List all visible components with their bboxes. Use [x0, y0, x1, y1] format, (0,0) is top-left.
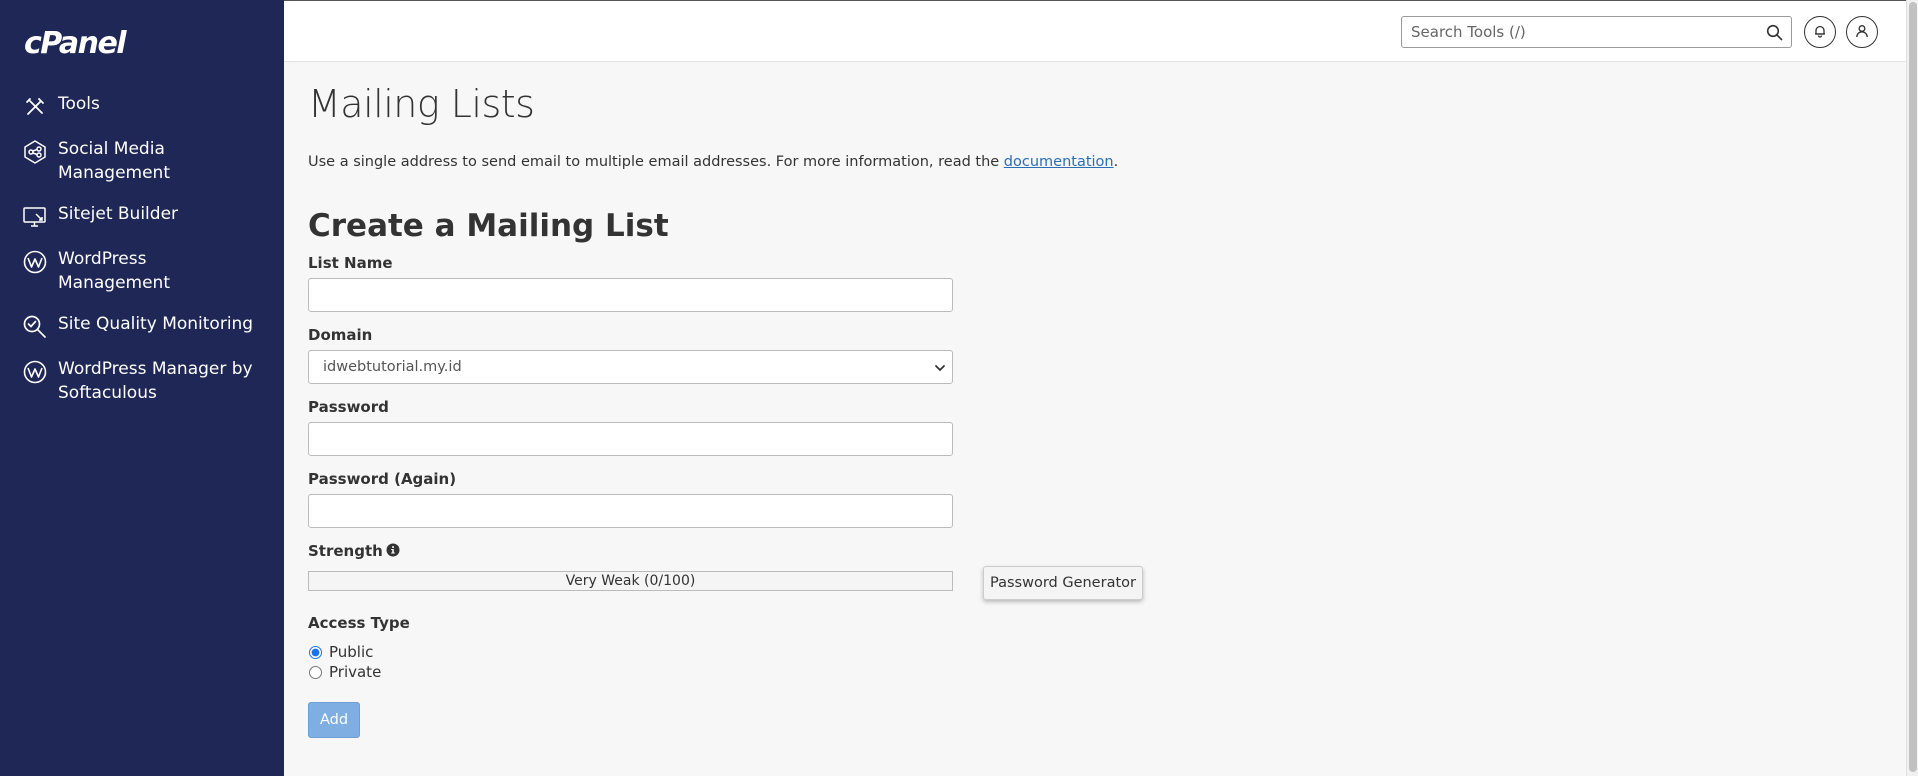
sidebar-item-tools[interactable]: Tools: [0, 92, 284, 120]
access-private-label: Private: [329, 663, 382, 681]
sidebar-item-wordpress-manager-softaculous[interactable]: WordPress Manager by Softaculous: [0, 357, 284, 405]
password-strength-meter: Very Weak (0/100): [308, 571, 953, 591]
notifications-button[interactable]: [1804, 16, 1836, 48]
tools-icon: [22, 94, 48, 120]
sitejet-icon: [22, 204, 48, 230]
bell-icon: [1813, 23, 1827, 42]
page-title: Mailing Lists: [308, 82, 535, 126]
sidebar-item-label: Sitejet Builder: [58, 204, 179, 224]
wordpress-icon: [22, 249, 48, 275]
password-input[interactable]: [308, 422, 953, 456]
access-private-radio[interactable]: [309, 665, 322, 679]
wordpress-icon: [22, 359, 48, 385]
domain-select[interactable]: idwebtutorial.my.id: [308, 350, 953, 384]
strength-label-text: Strength: [308, 542, 383, 560]
documentation-link[interactable]: documentation: [1004, 154, 1114, 170]
password-label: Password: [308, 398, 389, 416]
sidebar-item-label: WordPress Manager by Softaculous: [58, 359, 253, 403]
strength-text: Very Weak (0/100): [565, 573, 696, 589]
sidebar-item-sitejet[interactable]: Sitejet Builder: [0, 202, 284, 230]
password-again-label: Password (Again): [308, 470, 457, 488]
section-title: Create a Mailing List: [308, 208, 669, 244]
access-type-label: Access Type: [308, 614, 410, 632]
list-name-label: List Name: [308, 254, 393, 272]
sidebar-item-site-quality[interactable]: Site Quality Monitoring: [0, 312, 284, 340]
scrollbar-thumb[interactable]: [1909, 2, 1917, 772]
page-description: Use a single address to send email to mu…: [308, 154, 1118, 170]
sidebar-item-label: Tools: [58, 94, 100, 114]
strength-label: Strength: [308, 542, 400, 560]
sidebar-nav: Tools Social Media Management Sitejet Bu…: [0, 92, 284, 422]
access-public-radio[interactable]: [309, 645, 322, 659]
sidebar-item-wordpress-management[interactable]: WordPress Management: [0, 247, 284, 295]
search-icon[interactable]: [1766, 24, 1783, 41]
access-public-option[interactable]: Public: [308, 643, 373, 661]
vertical-scrollbar[interactable]: [1906, 0, 1918, 776]
access-public-label: Public: [329, 643, 374, 661]
access-private-option[interactable]: Private: [308, 663, 381, 681]
sidebar-item-label: WordPress Management: [58, 249, 170, 293]
domain-select-wrap: idwebtutorial.my.id: [308, 350, 953, 384]
description-suffix: .: [1113, 154, 1119, 170]
user-icon: [1855, 23, 1869, 42]
social-media-icon: [22, 139, 48, 165]
description-text: Use a single address to send email to mu…: [308, 154, 1004, 170]
sidebar-item-social-media[interactable]: Social Media Management: [0, 137, 284, 185]
cpanel-logo[interactable]: cPanel: [24, 26, 127, 61]
sidebar-item-label: Site Quality Monitoring: [58, 314, 254, 334]
search-tools-input[interactable]: [1402, 17, 1742, 47]
list-name-input[interactable]: [308, 278, 953, 312]
user-menu-button[interactable]: [1846, 16, 1878, 48]
search-tools-box: [1401, 16, 1792, 48]
sidebar-item-label: Social Media Management: [58, 139, 170, 183]
sidebar: cPanel Tools Social Media Management Sit…: [0, 0, 284, 776]
add-button[interactable]: Add: [308, 702, 360, 738]
site-quality-icon: [22, 314, 48, 340]
domain-label: Domain: [308, 326, 373, 344]
info-icon[interactable]: [386, 543, 400, 557]
top-header: [284, 0, 1906, 62]
password-again-input[interactable]: [308, 494, 953, 528]
password-generator-button[interactable]: Password Generator: [983, 566, 1143, 600]
